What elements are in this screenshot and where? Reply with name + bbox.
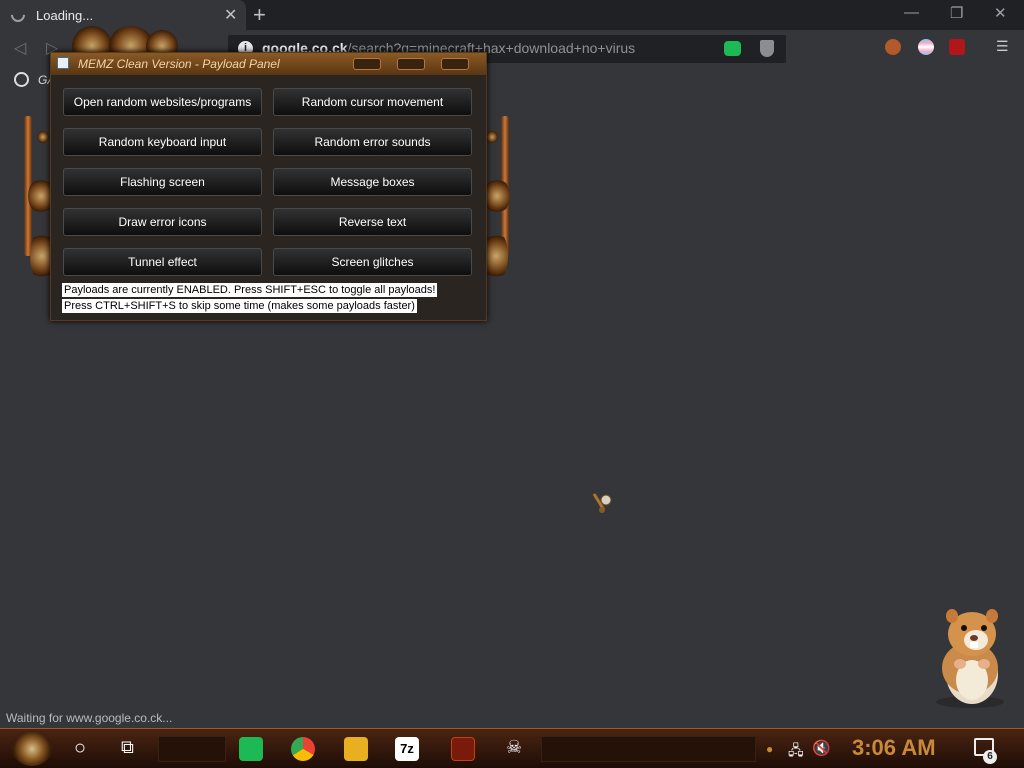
start-icon[interactable]	[12, 732, 52, 766]
payload-flashing-screen-button[interactable]: Flashing screen	[63, 168, 262, 196]
gear-decoration	[484, 178, 510, 214]
maximize-button[interactable]	[397, 58, 425, 70]
memz-window: MEMZ Clean Version - Payload Panel Open …	[50, 52, 487, 321]
chrome-icon[interactable]	[291, 737, 315, 761]
loading-spinner-icon	[8, 5, 28, 25]
skip-time-note: Press CTRL+SHIFT+S to skip some time (ma…	[62, 299, 417, 313]
steampunk-cursor-icon	[592, 493, 612, 513]
window-title: MEMZ Clean Version - Payload Panel	[78, 57, 280, 71]
payload-screen-glitches-button[interactable]: Screen glitches	[273, 248, 472, 276]
payload-open-websites-button[interactable]: Open random websites/programs	[63, 88, 262, 116]
skull-app-icon[interactable]: ☠	[506, 737, 522, 758]
hamster-mascot-image	[936, 609, 1004, 708]
tab-title: Loading...	[36, 8, 94, 23]
payload-error-sounds-button[interactable]: Random error sounds	[273, 128, 472, 156]
payloads-enabled-note: Payloads are currently ENABLED. Press SH…	[62, 283, 438, 297]
profile-avatar-icon[interactable]	[885, 39, 901, 55]
payload-panel: Open random websites/programs Random cur…	[51, 75, 486, 320]
payload-tunnel-effect-button[interactable]: Tunnel effect	[63, 248, 262, 276]
menu-icon[interactable]: ☰	[996, 38, 1009, 55]
payload-message-boxes-button[interactable]: Message boxes	[273, 168, 472, 196]
globe-icon	[14, 72, 29, 87]
memz-titlebar[interactable]: MEMZ Clean Version - Payload Panel	[51, 53, 486, 75]
clock[interactable]: 3:06 AM	[852, 735, 936, 761]
green-app-icon[interactable]	[239, 737, 263, 761]
notification-count-badge: 6	[983, 750, 997, 764]
video-app-icon[interactable]	[451, 737, 475, 761]
gauge-decoration	[37, 131, 49, 143]
back-icon[interactable]: ◁	[14, 38, 26, 58]
payload-reverse-text-button[interactable]: Reverse text	[273, 208, 472, 236]
restore-icon[interactable]: ❐	[950, 4, 963, 22]
close-button[interactable]	[441, 58, 469, 70]
7zip-icon[interactable]: 7z	[395, 737, 419, 761]
minimize-icon[interactable]: —	[904, 4, 919, 21]
close-tab-icon[interactable]: ✕	[224, 5, 237, 25]
show-hidden-icons-icon[interactable]: ●	[766, 742, 773, 756]
volume-icon[interactable]: 🔇	[812, 739, 831, 757]
cortana-icon[interactable]: ○	[74, 737, 86, 760]
gauge-decoration	[486, 131, 498, 143]
new-tab-button[interactable]: +	[253, 2, 266, 28]
extension-green-icon[interactable]	[724, 41, 741, 56]
network-icon[interactable]: 🖧	[788, 740, 804, 764]
payload-cursor-movement-button[interactable]: Random cursor movement	[273, 88, 472, 116]
taskbar-slot	[541, 736, 756, 762]
flag-icon[interactable]	[918, 39, 934, 55]
shield-icon[interactable]	[760, 40, 774, 57]
ublock-icon[interactable]	[949, 39, 965, 55]
app-icon	[57, 57, 69, 69]
gear-decoration	[484, 230, 508, 282]
payload-draw-error-icons-button[interactable]: Draw error icons	[63, 208, 262, 236]
folder-icon[interactable]	[344, 737, 368, 761]
browser-tab[interactable]: Loading... ✕	[0, 0, 246, 30]
payload-keyboard-input-button[interactable]: Random keyboard input	[63, 128, 262, 156]
tab-strip: Loading... ✕ + — ❐ ✕	[0, 0, 1024, 30]
task-view-icon[interactable]: ⧉	[121, 737, 134, 758]
status-bubble: Waiting for www.google.co.ck...	[0, 709, 179, 728]
taskbar-slot	[158, 736, 226, 762]
taskbar: ○ ⧉ 7z ☠ ● 🖧 🔇 3:06 AM 6	[0, 728, 1024, 768]
minimize-button[interactable]	[353, 58, 381, 70]
window-close-icon[interactable]: ✕	[994, 4, 1007, 22]
